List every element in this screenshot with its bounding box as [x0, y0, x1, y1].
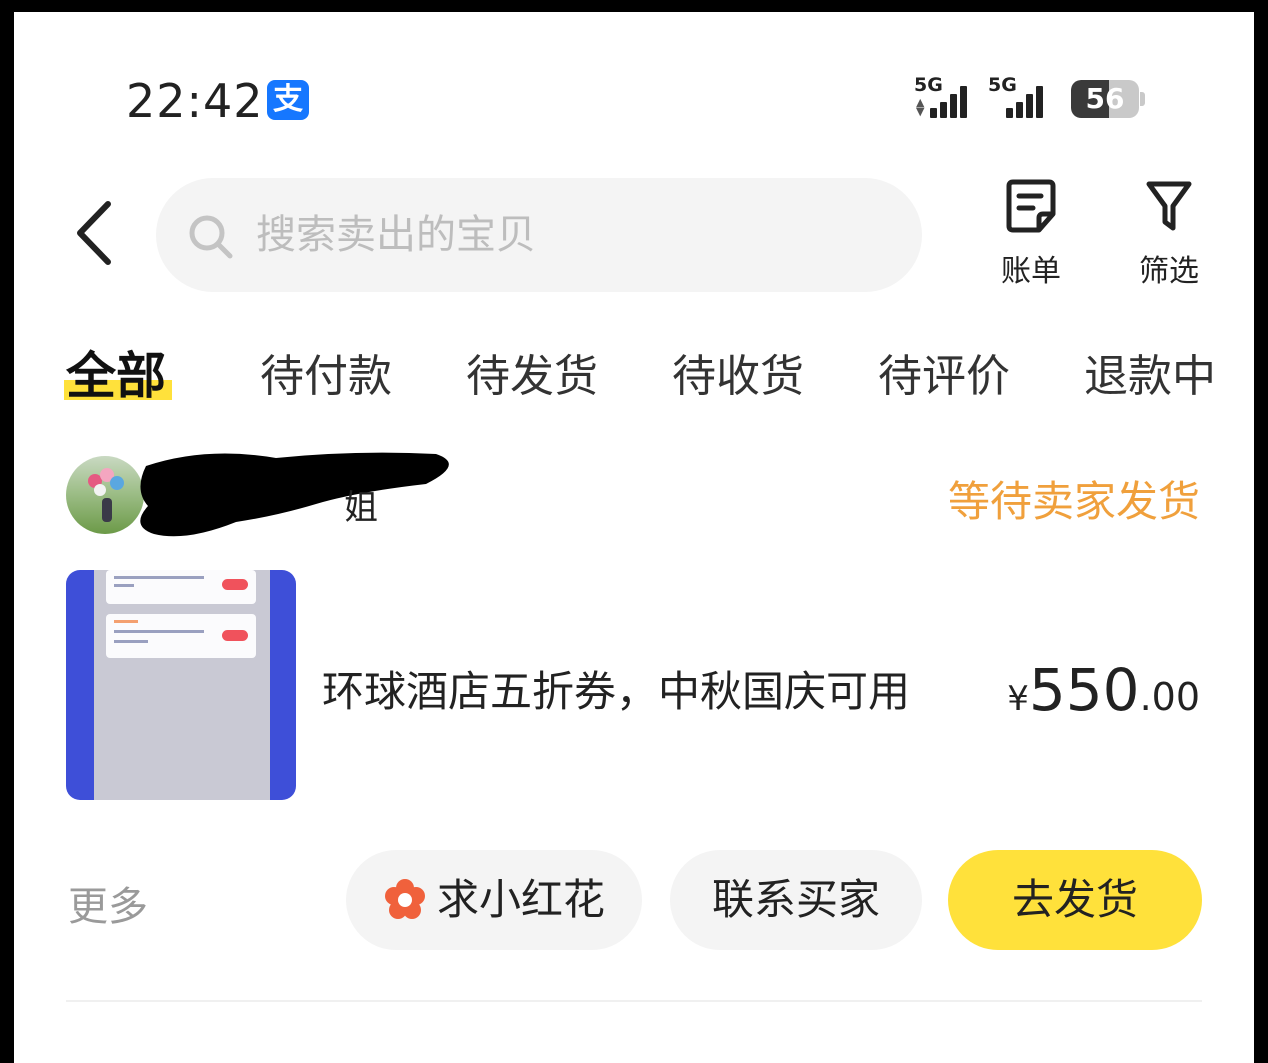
search-input[interactable]	[256, 200, 876, 270]
filter-icon	[1146, 181, 1192, 231]
item-price: ¥550.00	[1007, 656, 1200, 724]
phone-screen: 22:42 支 5G ▲ ▼ 5G 56 搜索卖出的宝贝 账单 筛选 全部 待付…	[14, 12, 1254, 1063]
signal-5g-icon: 5G ▲ ▼	[914, 74, 980, 120]
price-decimal: .00	[1139, 675, 1200, 719]
ask-flower-label: 求小红花	[436, 875, 605, 924]
more-link[interactable]: 更多	[68, 874, 148, 932]
filter-button[interactable]: 筛选	[1124, 178, 1214, 290]
order-status: 等待卖家发货	[947, 477, 1200, 526]
status-time: 22:42	[126, 74, 264, 128]
item-title[interactable]: 环球酒店五折券，中秋国庆可用	[322, 658, 910, 719]
search-icon	[189, 215, 233, 259]
product-thumbnail[interactable]	[66, 570, 296, 800]
price-currency: ¥	[1007, 679, 1029, 719]
tab-pending-payment[interactable]: 待付款	[260, 340, 392, 404]
search-box[interactable]	[156, 178, 922, 292]
back-button[interactable]	[72, 198, 122, 268]
divider	[66, 1000, 1202, 1002]
flower-icon	[384, 879, 425, 919]
battery-level: 56	[1085, 82, 1125, 115]
tab-refunding[interactable]: 退款中	[1084, 340, 1216, 404]
alipay-icon: 支	[267, 80, 309, 120]
bill-icon	[1006, 179, 1056, 233]
filter-label: 筛选	[1139, 254, 1199, 289]
tab-all[interactable]: 全部	[66, 336, 166, 408]
tab-pending-review[interactable]: 待评价	[878, 340, 1010, 404]
tab-pending-shipment[interactable]: 待发货	[466, 340, 598, 404]
chevron-left-icon	[77, 201, 111, 265]
contact-buyer-button[interactable]: 联系买家	[670, 850, 922, 950]
tab-pending-receipt[interactable]: 待收货	[672, 340, 804, 404]
bill-label: 账单	[1001, 254, 1061, 289]
ship-button[interactable]: 去发货	[948, 850, 1202, 950]
ask-flower-button[interactable]: 求小红花	[346, 850, 642, 950]
buyer-name: 姐	[344, 488, 378, 528]
price-integer: 550	[1028, 656, 1140, 724]
battery-cap	[1140, 92, 1145, 106]
bill-button[interactable]: 账单	[986, 178, 1076, 290]
battery-icon: 56	[1071, 80, 1139, 118]
redaction-scribble	[140, 452, 449, 537]
signal-5g-icon: 5G	[988, 74, 1054, 120]
